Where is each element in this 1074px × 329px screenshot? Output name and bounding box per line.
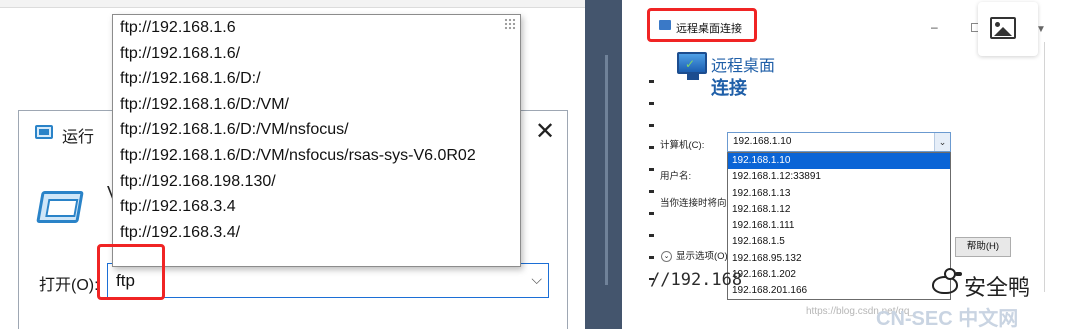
username-label: 用户名: [660, 171, 692, 182]
computer-value[interactable]: 192.168.1.10 [733, 136, 791, 147]
history-item[interactable]: ftp://192.168.1.6/D:/VM/nsfocus/rsas-sys… [113, 143, 520, 169]
history-item[interactable]: ftp://192.168.1.6/D:/VM/ [113, 92, 520, 118]
minimize-icon[interactable]: – [931, 20, 938, 34]
computer-list-item[interactable]: 192.168.201.166 [728, 283, 950, 299]
computer-list-item[interactable]: 192.168.1.12:33891 [728, 169, 950, 185]
show-options-label[interactable]: 显示选项(O) [676, 251, 728, 262]
computer-list-item[interactable]: 192.168.1.12 [728, 202, 950, 218]
run-screenshot-panel: 运行 ✕ V 打开(O): ftp ⌵ ftp://192.168.1.6 ft… [0, 0, 622, 329]
show-options-toggle[interactable]: ⌄ 显示选项(O) [661, 248, 728, 262]
computer-list-item[interactable]: 192.168.1.5 [728, 234, 950, 250]
caret-down-icon[interactable]: ▼ [1036, 24, 1046, 35]
highlight-box-ftp [97, 244, 165, 300]
image-button[interactable] [978, 2, 1038, 56]
open-combobox[interactable]: ftp ⌵ [107, 263, 549, 298]
resize-grip-icon[interactable] [504, 18, 516, 30]
computer-list-item[interactable]: 192.168.95.132 [728, 251, 950, 267]
history-item[interactable]: ftp://192.168.1.6 [113, 15, 520, 41]
history-item[interactable]: ftp://192.168.3.4 [113, 194, 520, 220]
computer-list-item[interactable]: 192.168.1.13 [728, 186, 950, 202]
rdp-header-line1: 远程桌面 [711, 58, 776, 75]
connect-note: 当你连接时将向 [660, 198, 727, 209]
divider [1044, 42, 1045, 292]
chevron-down-icon[interactable]: ⌄ [934, 133, 950, 151]
history-item[interactable]: ftp://192.168.1.6/D:/ [113, 66, 520, 92]
run-title: 运行 [62, 129, 95, 146]
history-item[interactable]: ftp://192.168.3.4/ [113, 220, 520, 246]
brand-site: CN-SEC 中文网 [876, 308, 1019, 329]
chevron-down-circle-icon[interactable]: ⌄ [661, 250, 672, 262]
desktop-background [585, 0, 622, 329]
history-item[interactable]: ftp://192.168.1.6/ [113, 41, 520, 67]
history-item[interactable]: ftp://192.168.198.130/ [113, 169, 520, 195]
computer-list-item[interactable]: 192.168.1.111 [728, 218, 950, 234]
chevron-down-icon[interactable]: ⌵ [531, 271, 542, 288]
computer-combobox[interactable]: 192.168.1.10 ⌄ [727, 132, 951, 152]
history-item[interactable]: ftp://192.168.1.6/D:/VM/nsfocus/ [113, 117, 520, 143]
computer-dropdown-list[interactable]: 192.168.1.10 192.168.1.12:33891 192.168.… [727, 152, 951, 300]
brand-watermark: 安全鸭 CN-SEC 中文网 [876, 268, 1074, 329]
rdp-header-line2: 连接 [711, 78, 747, 98]
computer-label: 计算机(C): [660, 140, 705, 151]
brand-account-name: 安全鸭 [964, 275, 1031, 300]
background-window-titlebar [0, 0, 585, 8]
highlight-box-rdp-title [647, 8, 757, 42]
help-button[interactable]: 帮助(H) [955, 237, 1011, 257]
computer-list-item-selected[interactable]: 192.168.1.10 [728, 153, 950, 170]
run-app-icon [35, 125, 53, 139]
run-large-icon [36, 191, 84, 223]
duck-logo-icon [930, 268, 962, 298]
rdp-logo-icon: ✓ [677, 52, 711, 82]
close-icon[interactable]: ✕ [531, 119, 559, 147]
computer-list-item[interactable]: 192.168.1.202 [728, 267, 950, 283]
image-icon[interactable] [990, 17, 1016, 39]
background-ftp-text: //192.168 [650, 270, 743, 290]
background-strip [649, 80, 654, 280]
open-label: 打开(O): [39, 277, 99, 294]
history-dropdown[interactable]: ftp://192.168.1.6 ftp://192.168.1.6/ ftp… [112, 14, 521, 267]
